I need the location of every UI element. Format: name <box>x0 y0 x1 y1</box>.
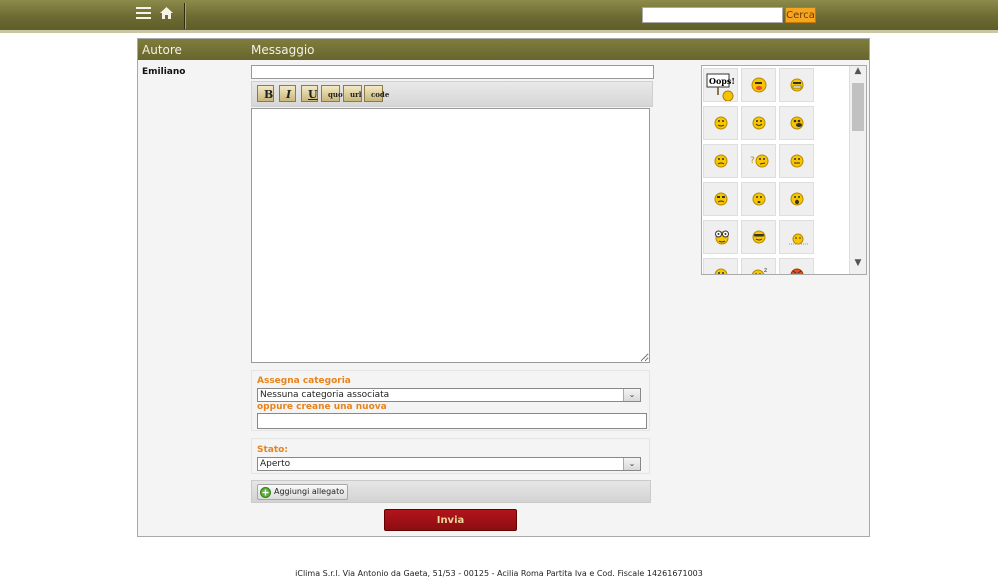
state-label: Stato: <box>257 445 288 455</box>
state-selected-value: Aperto <box>260 459 291 469</box>
new-category-label: oppure creane una nuova <box>257 402 387 412</box>
code-button[interactable]: code <box>364 85 389 102</box>
add-attachment-button[interactable]: Aggiungi allegato <box>257 484 349 500</box>
author-name: Emiliano <box>142 67 186 77</box>
submit-button[interactable]: Invia <box>384 509 517 531</box>
confused-smiley-icon[interactable] <box>741 182 776 216</box>
search-input[interactable] <box>642 7 783 23</box>
state-section: Stato: Aperto ⌄ <box>251 438 650 474</box>
resize-grip-icon[interactable]: ⋰ <box>640 354 648 363</box>
message-column-header: Messaggio <box>251 43 315 57</box>
category-label: Assegna categoria <box>257 376 351 386</box>
emoticon-picker: Oops! ? z ▲ ▼ <box>701 65 867 275</box>
home-icon[interactable] <box>159 6 174 23</box>
quote-button[interactable]: quote <box>321 85 350 102</box>
worried-smiley-icon[interactable] <box>703 182 738 216</box>
neutral-smiley-icon[interactable] <box>779 144 814 178</box>
sleeping-smiley-icon[interactable]: z <box>741 258 776 274</box>
new-post-panel: Autore Messaggio Emiliano B I U quote ur… <box>137 38 870 537</box>
chevron-down-icon: ⌄ <box>623 458 640 470</box>
scrollbar-thumb[interactable] <box>852 83 864 131</box>
add-attachment-label: Aggiungi allegato <box>274 487 345 496</box>
category-section: Assegna categoria Nessuna categoria asso… <box>251 370 650 431</box>
drooling-smiley-icon[interactable] <box>779 220 814 254</box>
cool-smiley-icon[interactable] <box>741 220 776 254</box>
chevron-down-icon: ⌄ <box>623 389 640 401</box>
url-button[interactable]: url <box>343 85 362 102</box>
goggle-eyes-smiley-icon[interactable] <box>703 220 738 254</box>
scroll-up-icon[interactable]: ▲ <box>850 66 866 82</box>
oops-sign-icon[interactable]: Oops! <box>703 68 738 102</box>
panel-header: Autore Messaggio <box>138 39 869 60</box>
underline-button[interactable]: U <box>301 85 318 102</box>
tongue-out-smiley-icon[interactable] <box>741 68 776 102</box>
new-category-input[interactable] <box>257 413 647 429</box>
hamburger-menu-icon[interactable] <box>136 7 151 21</box>
sad-smiley-icon[interactable] <box>703 144 738 178</box>
thinking-smiley-icon[interactable]: ? <box>741 144 776 178</box>
surprised-smiley-icon[interactable] <box>779 182 814 216</box>
top-navigation-bar: Cerca <box>0 0 998 33</box>
scroll-down-icon[interactable]: ▼ <box>850 258 866 274</box>
svg-text:z: z <box>764 267 767 274</box>
toolbar-separator <box>184 3 186 29</box>
italic-button[interactable]: I <box>279 85 296 102</box>
smile-icon[interactable] <box>703 106 738 140</box>
add-icon <box>260 487 271 498</box>
author-column-header: Autore <box>142 43 182 57</box>
laughing-smiley-icon[interactable] <box>779 106 814 140</box>
category-selected-value: Nessuna categoria associata <box>260 390 390 400</box>
angry-smiley-icon[interactable] <box>779 258 814 274</box>
search-button[interactable]: Cerca <box>785 7 816 23</box>
bold-button[interactable]: B <box>257 85 274 102</box>
footer-company-info: iClima S.r.l. Via Antonio da Gaeta, 51/5… <box>295 569 703 578</box>
subject-input[interactable] <box>251 65 654 79</box>
svg-text:?: ? <box>750 156 755 166</box>
message-textarea[interactable] <box>251 108 650 363</box>
formatting-toolbar: B I U quote url code <box>251 81 653 107</box>
state-select[interactable]: Aperto ⌄ <box>257 457 641 471</box>
happy-smiley-icon[interactable] <box>741 106 776 140</box>
attachment-bar: Aggiungi allegato <box>251 480 651 503</box>
grin-smiley-icon[interactable] <box>779 68 814 102</box>
category-select[interactable]: Nessuna categoria associata ⌄ <box>257 388 641 402</box>
emoticon-scrollbar[interactable]: ▲ ▼ <box>849 66 866 274</box>
embarrassed-smiley-icon[interactable] <box>703 258 738 274</box>
svg-text:Oops!: Oops! <box>709 76 735 86</box>
